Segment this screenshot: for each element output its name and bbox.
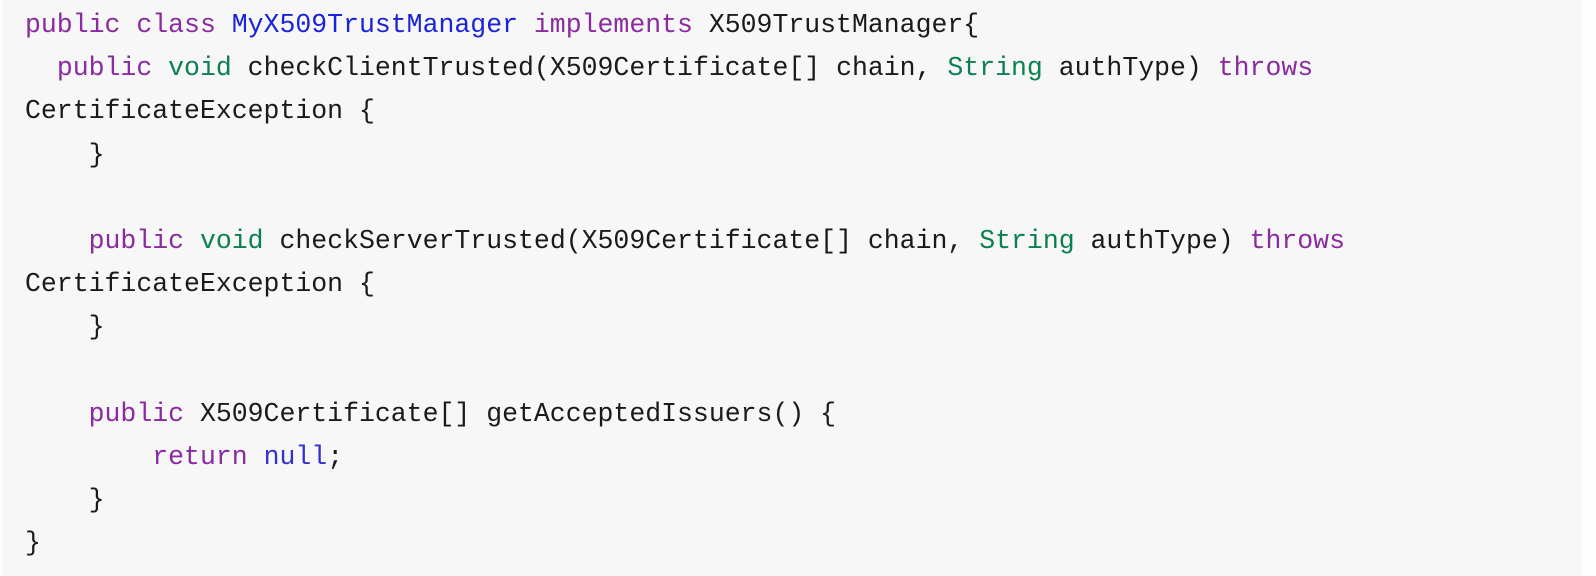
code-line: public void checkServerTrusted(X509Certi… [25,220,1345,263]
code-token: class [136,10,216,40]
code-line: CertificateException { [25,263,1345,306]
code-token: checkClientTrusted(X509Certificate[] cha… [231,53,948,84]
code-token: } [25,485,105,516]
code-listing[interactable]: public class MyX509TrustManager implemen… [3,0,1345,566]
code-token: checkServerTrusted(X509Certificate[] cha… [263,226,980,257]
code-token: public [88,226,185,257]
code-token: null [263,442,328,473]
code-token: void [168,53,232,84]
code-token: } [25,139,105,170]
code-token: } [25,312,105,343]
code-line: public X509Certificate[] getAcceptedIssu… [25,393,1345,436]
code-token: X509TrustManager{ [692,10,980,40]
code-token: String [947,53,1043,84]
code-token: throws [1217,53,1314,84]
code-token: CertificateException { [25,96,375,127]
code-token: String [979,226,1075,257]
code-line: CertificateException { [25,90,1345,133]
code-token: } [25,528,41,559]
code-token: void [199,226,264,257]
code-block[interactable]: public class MyX509TrustManager implemen… [0,0,1596,576]
code-line: public void checkClientTrusted(X509Certi… [25,47,1345,90]
code-token: X509Certificate[] getAcceptedIssuers() { [184,398,837,429]
code-token: public [25,10,121,40]
code-token: return [152,442,248,473]
code-token: public [88,398,185,429]
code-token: ; [327,442,344,473]
code-line: public class MyX509TrustManager implemen… [25,4,1345,47]
code-token: MyX509TrustManager [231,10,518,40]
code-line: } [25,134,1345,177]
code-line: } [25,479,1345,522]
code-line: } [25,522,1345,565]
code-line: return null; [25,436,1345,479]
code-line: } [25,306,1345,349]
code-token: CertificateException { [25,269,375,300]
code-token: public [56,53,153,84]
code-token: implements [533,10,693,40]
code-token: throws [1249,226,1345,257]
code-token: authType) [1042,53,1218,84]
code-token: authType) [1074,226,1250,257]
